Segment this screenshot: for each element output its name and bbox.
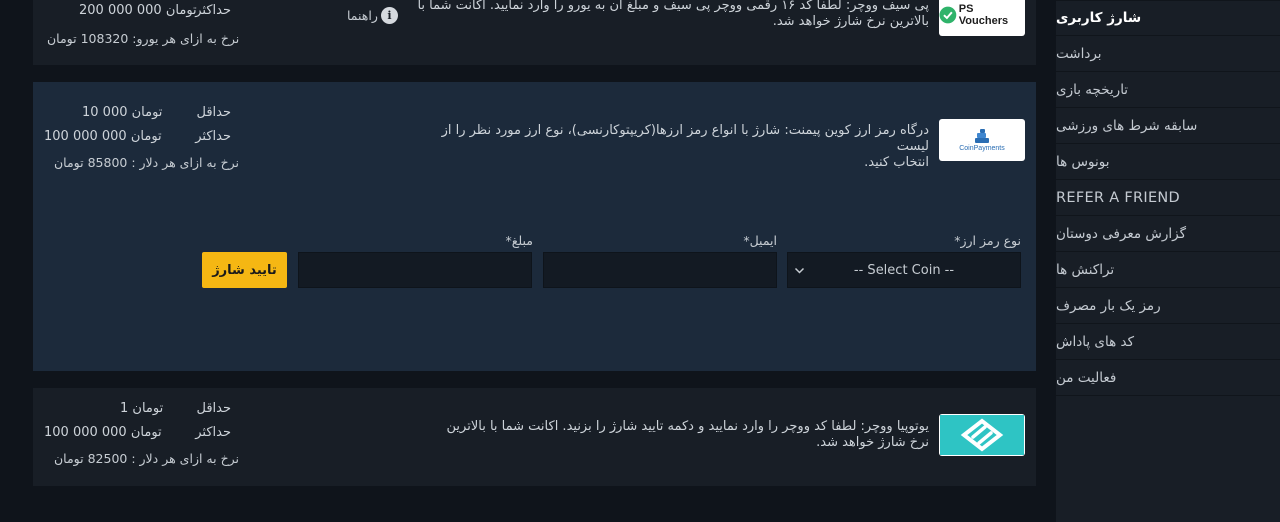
ps-vouchers-logo: PS Vouchers xyxy=(939,0,1025,36)
coinpayments-card[interactable]: CoinPayments درگاه رمز ارز کوین پیمنت: ش… xyxy=(33,82,1036,371)
email-input[interactable] xyxy=(543,252,777,288)
sidebar-item-referral-report[interactable]: گزارش معرفی دوستان xyxy=(1056,216,1280,252)
min-label: حداقل xyxy=(196,105,231,120)
sidebar-item-game-history[interactable]: تاریخچه بازی xyxy=(1056,72,1280,108)
coinpayments-logo: CoinPayments xyxy=(939,119,1025,161)
utopia-description: یوتوپیا ووچر: لطفا کد ووچر را وارد نمایی… xyxy=(446,419,929,450)
amount-input[interactable] xyxy=(298,252,532,288)
account-sidebar: شارژ کاربری برداشت تاریخچه بازی سابقه شر… xyxy=(1056,0,1280,522)
sidebar-item-refer-friend[interactable]: REFER A FRIEND xyxy=(1056,180,1280,216)
euro-rate: نرخ به ازای هر یورو: 108320 تومان xyxy=(47,31,240,46)
info-icon: i xyxy=(380,7,398,24)
sidebar-item-transactions[interactable]: تراکنش ها xyxy=(1056,252,1280,288)
coin-stack-icon xyxy=(975,128,989,143)
max-label: حداکثر xyxy=(195,3,231,18)
paysafe-voucher-card[interactable]: PS Vouchers پی سیف ووچر: لطفا کد ۱۶ رقمی… xyxy=(33,0,1036,65)
ps-vouchers-logo-text: PS Vouchers xyxy=(958,3,1009,27)
max-value: 200 000 000 تومان xyxy=(79,3,197,18)
utopia-logo xyxy=(939,414,1025,456)
sidebar-item-bonuses[interactable]: بونوس ها xyxy=(1056,144,1280,180)
min-value: 1 تومان xyxy=(120,401,164,416)
dollar-rate: نرخ به ازای هر دلار : 85800 تومان xyxy=(54,155,240,170)
max-label: حداکثر xyxy=(195,129,231,144)
coinpayments-logo-text: CoinPayments xyxy=(959,144,1005,152)
max-label: حداکثر xyxy=(195,425,231,440)
utopia-voucher-card[interactable]: یوتوپیا ووچر: لطفا کد ووچر را وارد نمایی… xyxy=(33,388,1036,486)
amount-label: مبلغ* xyxy=(505,233,533,248)
min-value: 10 000 تومان xyxy=(82,105,163,120)
confirm-deposit-button[interactable]: تایید شارژ xyxy=(202,252,287,288)
coinpayments-description: درگاه رمز ارز کوین پیمنت: شارژ با انواع … xyxy=(441,123,929,170)
help-label: راهنما xyxy=(347,8,378,23)
coin-type-label: نوع رمز ارز* xyxy=(954,233,1021,248)
coin-select-value: -- Select Coin -- xyxy=(853,262,955,278)
help-link[interactable]: راهنما i xyxy=(347,7,398,24)
dollar-rate: نرخ به ازای هر دلار : 82500 تومان xyxy=(54,451,240,466)
email-label: ایمیل* xyxy=(743,233,777,248)
sidebar-item-deposit[interactable]: شارژ کاربری xyxy=(1056,0,1280,36)
sidebar-item-otp[interactable]: رمز یک بار مصرف xyxy=(1056,288,1280,324)
coin-select[interactable]: -- Select Coin -- xyxy=(787,252,1021,288)
max-value: 100 000 000 تومان xyxy=(44,129,162,144)
sidebar-item-my-activity[interactable]: فعالیت من xyxy=(1056,360,1280,396)
max-value: 100 000 000 تومان xyxy=(44,425,162,440)
min-label: حداقل xyxy=(196,401,231,416)
sidebar-item-withdraw[interactable]: برداشت xyxy=(1056,36,1280,72)
chevron-down-icon xyxy=(794,267,805,274)
sidebar-item-reward-codes[interactable]: کد های پاداش xyxy=(1056,324,1280,360)
paysafe-description: پی سیف ووچر: لطفا کد ۱۶ رقمی ووچر پی سیف… xyxy=(417,0,929,29)
check-icon xyxy=(939,6,957,24)
sidebar-item-sports-bets[interactable]: سابقه شرط های ورزشی xyxy=(1056,108,1280,144)
utopia-logo-icon xyxy=(940,415,1024,455)
